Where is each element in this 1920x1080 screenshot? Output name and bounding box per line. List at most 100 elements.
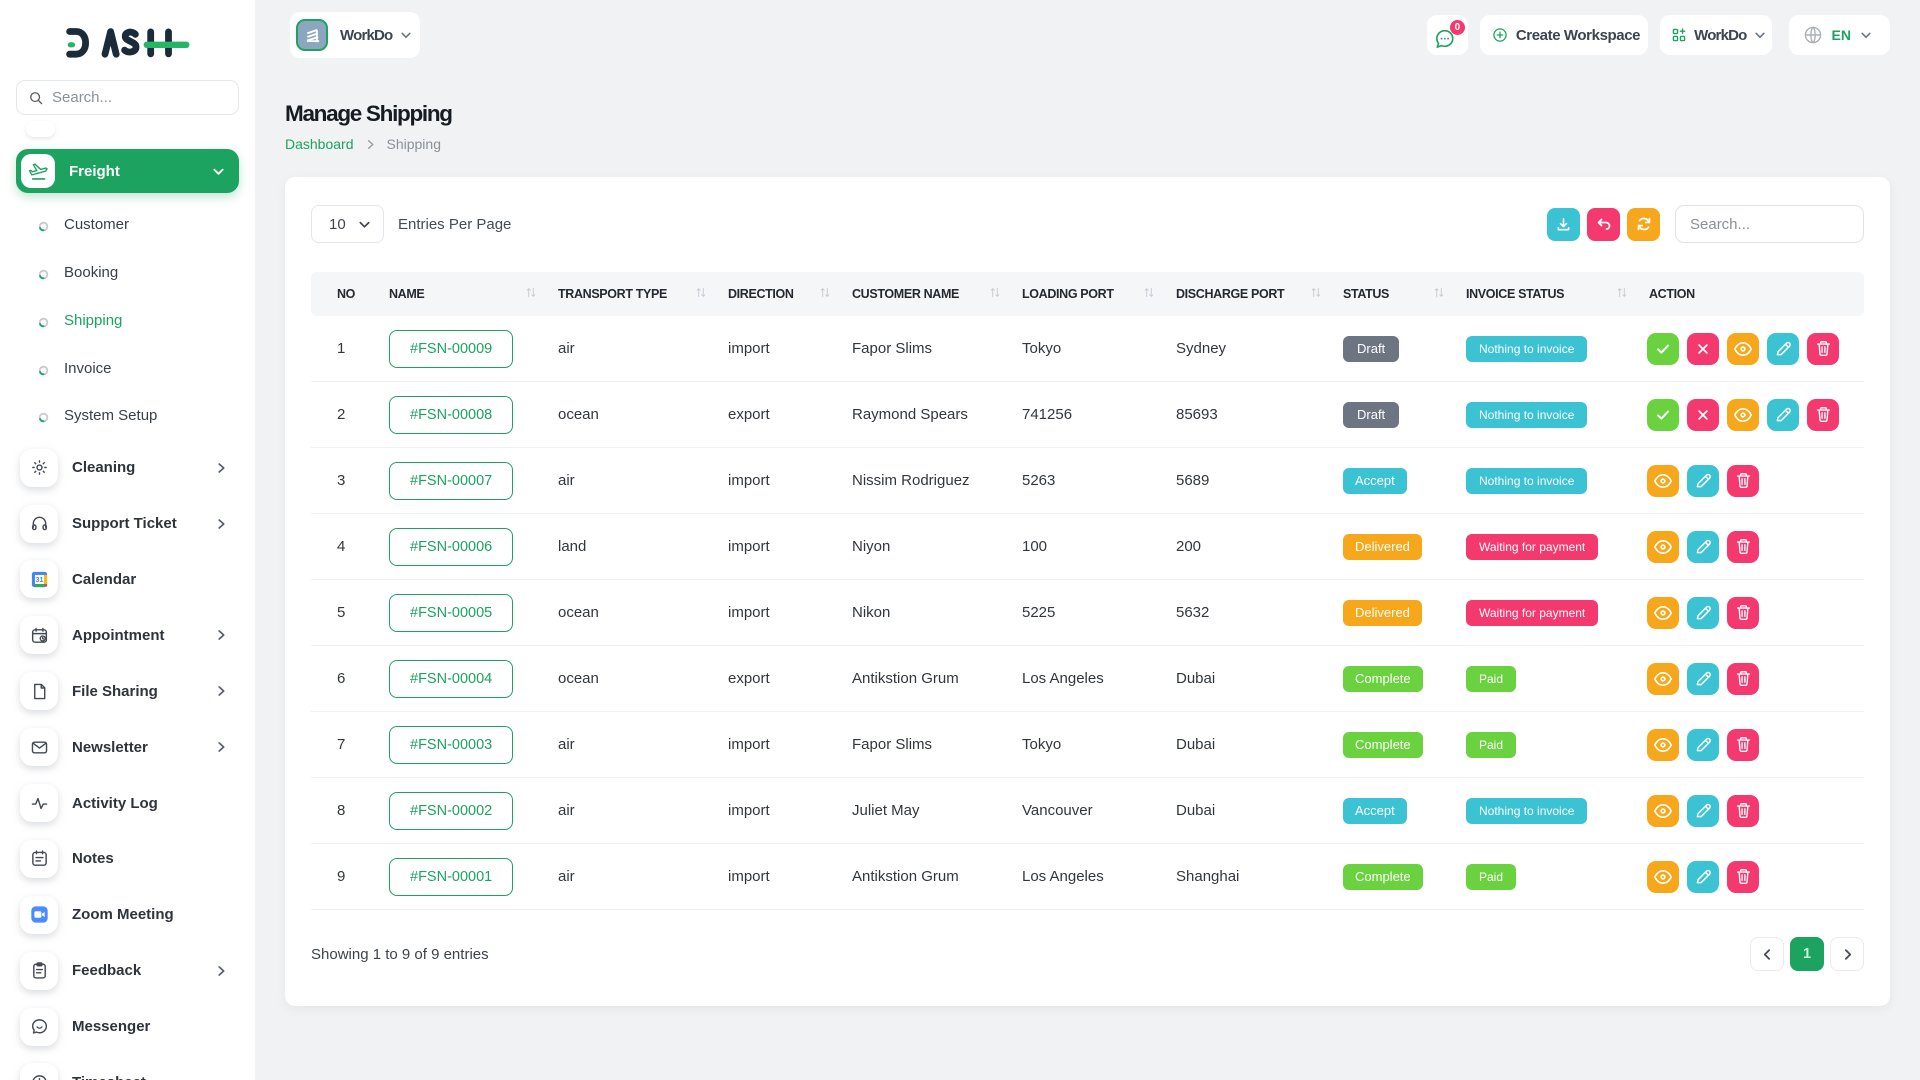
delete-button[interactable]: [1727, 729, 1759, 761]
column-header-status[interactable]: STATUS: [1317, 272, 1440, 316]
column-header-customer-name[interactable]: CUSTOMER NAME: [826, 272, 996, 316]
shipment-name-button[interactable]: #FSN-00005: [389, 594, 513, 632]
breadcrumb-dashboard-link[interactable]: Dashboard: [285, 136, 354, 152]
sidebar-item-feedback[interactable]: Feedback: [16, 943, 239, 999]
cell-customer-name: Antikstion Grum: [826, 844, 996, 910]
sidebar-item-file-sharing[interactable]: File Sharing: [16, 663, 239, 719]
export-button[interactable]: [1547, 208, 1580, 241]
reset-button[interactable]: [1587, 208, 1620, 241]
sidebar-item-cleaning[interactable]: Cleaning: [16, 440, 239, 496]
delete-button[interactable]: [1727, 861, 1759, 893]
edit-button[interactable]: [1687, 663, 1719, 695]
cell-no: 8: [311, 778, 363, 844]
sidebar-subitem-shipping[interactable]: Shipping: [16, 297, 239, 345]
sidebar-item-activity-log[interactable]: Activity Log: [16, 775, 239, 831]
view-button[interactable]: [1647, 531, 1679, 563]
messages-button[interactable]: 0: [1427, 15, 1468, 55]
status-badge: Complete: [1343, 732, 1423, 758]
column-header-loading-port[interactable]: LOADING PORT: [996, 272, 1150, 316]
invoice-status-badge: Paid: [1466, 864, 1516, 890]
delete-button[interactable]: [1807, 333, 1839, 365]
chevron-right-icon: [365, 139, 376, 150]
shipment-name-button[interactable]: #FSN-00002: [389, 792, 513, 830]
sidebar-item-newsletter[interactable]: Newsletter: [16, 719, 239, 775]
edit-button[interactable]: [1767, 399, 1799, 431]
refresh-button[interactable]: [1627, 208, 1660, 241]
sidebar-item-appointment[interactable]: Appointment: [16, 607, 239, 663]
workspace-select[interactable]: WorkDo: [290, 12, 420, 58]
view-button[interactable]: [1647, 795, 1679, 827]
column-header-invoice-status[interactable]: INVOICE STATUS: [1440, 272, 1623, 316]
sidebar-item-label: Support Ticket: [72, 515, 177, 532]
cell-loading-port: Vancouver: [996, 778, 1150, 844]
sidebar-subitem-system-setup[interactable]: System Setup: [16, 392, 239, 440]
topbar-right: 0 Create Workspace WorkDo: [1427, 15, 1890, 55]
sidebar-subitem-booking[interactable]: Booking: [16, 249, 239, 297]
cell-loading-port: 5225: [996, 580, 1150, 646]
edit-button[interactable]: [1687, 531, 1719, 563]
delete-button[interactable]: [1727, 465, 1759, 497]
pagination-next-button[interactable]: [1830, 937, 1864, 971]
reject-button[interactable]: [1687, 399, 1719, 431]
pagination-page-1-button[interactable]: 1: [1790, 937, 1824, 971]
edit-button[interactable]: [1687, 861, 1719, 893]
language-select[interactable]: EN: [1789, 15, 1890, 55]
delete-button[interactable]: [1807, 399, 1839, 431]
column-header-name[interactable]: NAME: [363, 272, 532, 316]
topbar: WorkDo 0 Create Workspace: [285, 0, 1890, 70]
sidebar-item-messenger[interactable]: Messenger: [16, 999, 239, 1055]
invoice-status-badge: Nothing to invoice: [1466, 402, 1587, 428]
create-workspace-button[interactable]: Create Workspace: [1480, 15, 1648, 55]
edit-button[interactable]: [1687, 597, 1719, 629]
table-search-input[interactable]: [1675, 205, 1864, 243]
reject-button[interactable]: [1687, 333, 1719, 365]
view-button[interactable]: [1727, 399, 1759, 431]
sidebar-item-freight[interactable]: Freight: [16, 149, 239, 193]
sidebar-subitem-invoice[interactable]: Invoice: [16, 344, 239, 392]
cell-discharge-port: Sydney: [1150, 316, 1317, 382]
shipment-name-button[interactable]: #FSN-00008: [389, 396, 513, 434]
edit-button[interactable]: [1687, 729, 1719, 761]
column-header-transport-type[interactable]: TRANSPORT TYPE: [532, 272, 702, 316]
delete-button[interactable]: [1727, 795, 1759, 827]
shipment-name-button[interactable]: #FSN-00007: [389, 462, 513, 500]
sidebar-item-timesheet[interactable]: Timesheet: [16, 1055, 239, 1080]
view-button[interactable]: [1647, 861, 1679, 893]
approve-button[interactable]: [1647, 333, 1679, 365]
delete-button[interactable]: [1727, 531, 1759, 563]
shipment-name-button[interactable]: #FSN-00009: [389, 330, 513, 368]
page-head: Manage Shipping Dashboard Shipping: [285, 101, 1890, 152]
sidebar-item-notes[interactable]: Notes: [16, 831, 239, 887]
column-header-direction[interactable]: DIRECTION: [702, 272, 826, 316]
cell-customer-name: Fapor Slims: [826, 712, 996, 778]
workdo-menu-button[interactable]: WorkDo: [1660, 15, 1771, 55]
sidebar-item-zoom-meeting[interactable]: Zoom Meeting: [16, 887, 239, 943]
sidebar-item-support-ticket[interactable]: Support Ticket: [16, 496, 239, 552]
edit-button[interactable]: [1687, 465, 1719, 497]
view-button[interactable]: [1647, 465, 1679, 497]
edit-button[interactable]: [1687, 795, 1719, 827]
shipment-name-button[interactable]: #FSN-00006: [389, 528, 513, 566]
cell-customer-name: Niyon: [826, 514, 996, 580]
cell-no: 5: [311, 580, 363, 646]
delete-button[interactable]: [1727, 663, 1759, 695]
view-button[interactable]: [1647, 729, 1679, 761]
cell-transport-type: air: [532, 778, 702, 844]
sidebar-search-input[interactable]: [52, 89, 226, 106]
view-button[interactable]: [1647, 663, 1679, 695]
view-button[interactable]: [1727, 333, 1759, 365]
column-header-discharge-port[interactable]: DISCHARGE PORT: [1150, 272, 1317, 316]
view-button[interactable]: [1647, 597, 1679, 629]
sidebar-item-calendar[interactable]: 31 Calendar: [16, 552, 239, 608]
shipment-name-button[interactable]: #FSN-00003: [389, 726, 513, 764]
cell-direction: import: [702, 778, 826, 844]
pagination-prev-button[interactable]: [1750, 937, 1784, 971]
sidebar-subitem-customer[interactable]: Customer: [16, 201, 239, 249]
delete-button[interactable]: [1727, 597, 1759, 629]
approve-button[interactable]: [1647, 399, 1679, 431]
shipment-name-button[interactable]: #FSN-00001: [389, 858, 513, 896]
entries-per-page-select[interactable]: 10: [311, 205, 384, 243]
undo-arrow-icon: [1596, 216, 1612, 232]
shipment-name-button[interactable]: #FSN-00004: [389, 660, 513, 698]
edit-button[interactable]: [1767, 333, 1799, 365]
